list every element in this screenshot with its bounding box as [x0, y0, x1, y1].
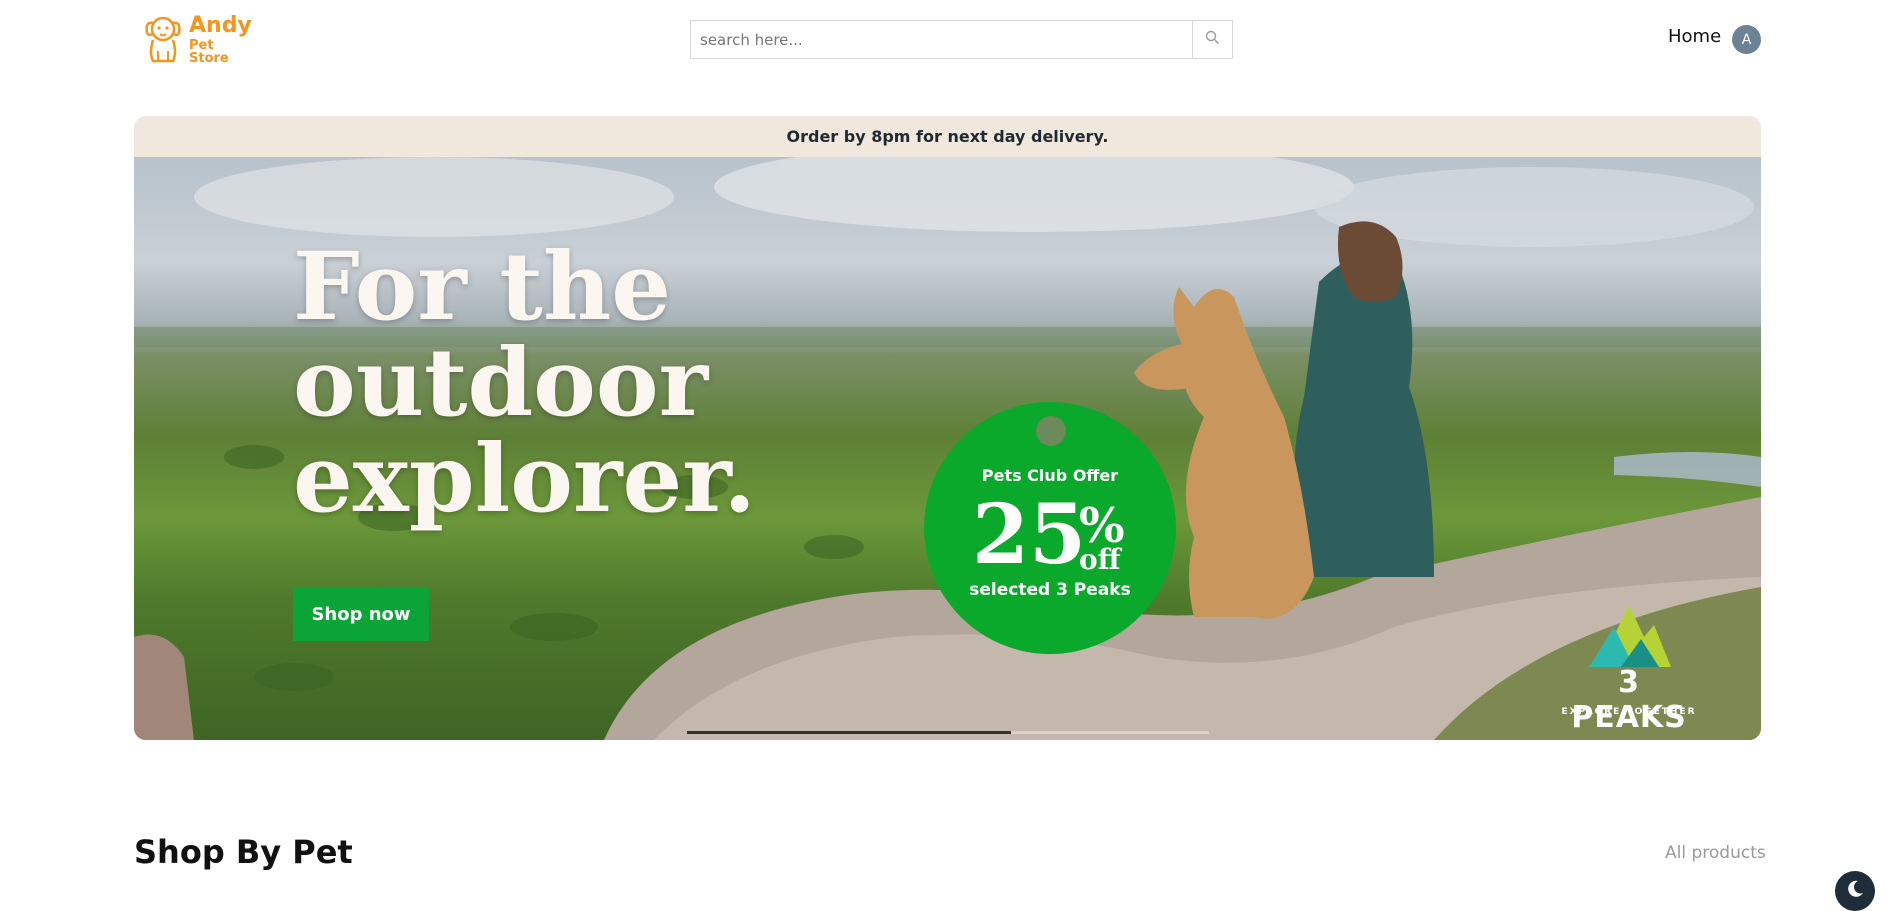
search-bar — [690, 20, 1233, 59]
offer-subtitle: selected 3 Peaks — [969, 580, 1131, 600]
carousel-progress-bar[interactable] — [687, 731, 1209, 734]
top-navigation-bar: Andy Pet Store Home A — [0, 0, 1893, 80]
headline-line-2: outdoor — [293, 328, 709, 438]
shop-now-button[interactable]: Shop now — [293, 587, 429, 641]
brand-name: 3 PEAKS — [1571, 665, 1687, 735]
moon-icon — [1845, 879, 1865, 903]
theme-toggle-button[interactable] — [1835, 871, 1875, 911]
offer-title: Pets Club Offer — [981, 466, 1119, 485]
hero-headline: For the outdoor explorer. — [293, 239, 756, 527]
offer-percent: 25 — [972, 487, 1087, 583]
pets-club-offer-badge[interactable]: Pets Club Offer 25 % off selected 3 Peak… — [924, 402, 1176, 654]
nav-home-link[interactable]: Home — [1668, 26, 1721, 47]
dog-icon — [141, 13, 185, 67]
search-button[interactable] — [1192, 21, 1232, 58]
logo-subtitle: Pet Store — [189, 38, 229, 66]
user-avatar[interactable]: A — [1732, 25, 1761, 54]
headline-line-3: explorer. — [293, 424, 756, 534]
hero-banner: Order by 8pm for next day delivery. For … — [134, 116, 1761, 740]
mountain-icon — [1589, 605, 1671, 667]
carousel-progress-fill — [687, 731, 1011, 734]
hero-image[interactable]: For the outdoor explorer. Shop now Pets … — [134, 157, 1761, 740]
store-logo[interactable]: Andy Pet Store — [141, 13, 252, 67]
search-icon — [1205, 30, 1220, 49]
logo-name: Andy — [189, 13, 252, 38]
search-input[interactable] — [691, 21, 1192, 58]
headline-line-1: For the — [293, 232, 672, 342]
brand-tagline: EXPLORE TOGETHER — [1561, 707, 1697, 717]
three-peaks-logo: 3 PEAKS EXPLORE TOGETHER — [1559, 597, 1699, 735]
all-products-link[interactable]: All products — [1665, 843, 1766, 863]
section-title: Shop By Pet — [134, 833, 353, 871]
tag-hole — [1036, 416, 1066, 446]
offer-off-label: off — [1079, 543, 1121, 576]
delivery-notice: Order by 8pm for next day delivery. — [134, 116, 1761, 157]
